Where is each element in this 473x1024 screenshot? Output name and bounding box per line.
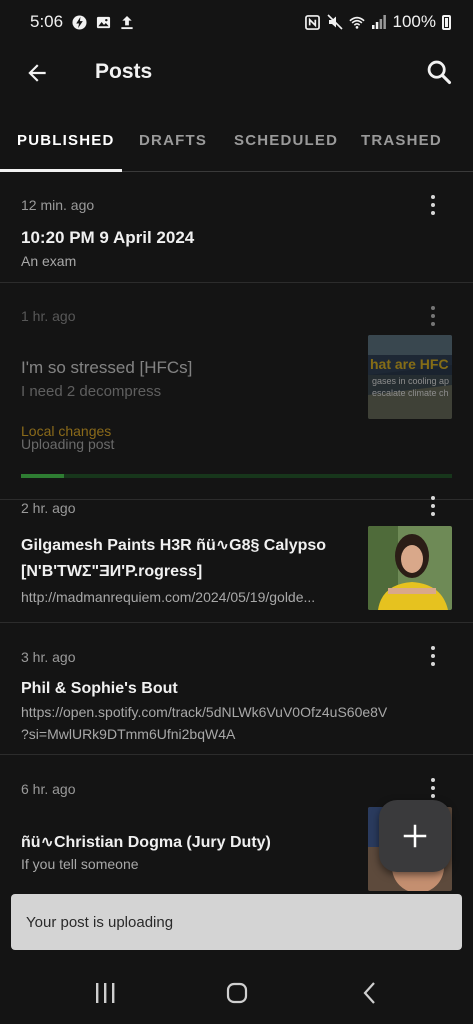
post-excerpt: https://open.spotify.com/track/5dNLWk6Vu… (21, 704, 388, 720)
tab-trashed[interactable]: TRASHED (361, 118, 442, 172)
image-icon (95, 14, 111, 30)
post-title: ñü∿Christian Dogma (Jury Duty) (21, 834, 271, 851)
upload-progress-track (21, 474, 452, 478)
post-excerpt: If you tell someone (21, 856, 139, 872)
post-title: Phil & Sophie's Bout (21, 680, 178, 697)
back-nav-button[interactable] (350, 978, 390, 1008)
more-options-button[interactable] (423, 494, 443, 518)
post-title: I'm so stressed [HFCs] (21, 358, 193, 377)
list-item[interactable]: 3 hr. ago Phil & Sophie's Bout https://o… (0, 623, 473, 755)
thumb-caption-text-2: escalate climate ch (372, 388, 449, 398)
more-options-button[interactable] (423, 193, 443, 217)
nfc-icon (305, 14, 321, 30)
home-icon (226, 982, 248, 1004)
mute-icon (326, 14, 343, 30)
upload-icon (119, 14, 135, 30)
post-time: 1 hr. ago (21, 308, 76, 324)
post-excerpt: http://madmanrequiem.com/2024/05/19/gold… (21, 589, 316, 605)
more-options-button[interactable] (423, 776, 443, 800)
post-excerpt: An exam (21, 253, 77, 269)
uploading-label: Uploading post (21, 436, 115, 452)
post-title: Gilgamesh Paints H3R ñü∿G8§ Calypso (21, 537, 327, 554)
list-item[interactable]: 1 hr. ago I'm so stressed [HFCs] I need … (0, 283, 473, 500)
post-excerpt-line2: ?si=MwlURk9DTmm6Ufni2bqW4A (21, 726, 236, 742)
status-bar: 5:06 100% (0, 0, 473, 44)
recents-button[interactable] (85, 978, 125, 1008)
upload-progress-fill (21, 474, 65, 478)
system-nav-bar (0, 960, 473, 1024)
chevron-left-icon (363, 982, 375, 1004)
tab-scheduled[interactable]: SCHEDULED (234, 118, 338, 172)
back-button[interactable] (22, 58, 52, 88)
plus-icon (403, 824, 427, 848)
list-item[interactable]: 2 hr. ago Gilgamesh Paints H3R ñü∿G8§ Ca… (0, 496, 473, 623)
search-icon (427, 60, 452, 85)
post-time: 12 min. ago (21, 197, 95, 213)
battery-icon (442, 14, 451, 30)
post-tabs: PUBLISHED DRAFTS SCHEDULED TRASHED (0, 118, 473, 172)
page-title: Posts (95, 60, 153, 83)
upload-snackbar: Your post is uploading (11, 894, 462, 950)
arrow-left-icon (28, 64, 46, 82)
more-options-button[interactable] (423, 304, 443, 328)
thumb-caption-text: gases in cooling ap (372, 376, 450, 386)
list-item[interactable]: 12 min. ago 10:20 PM 9 April 2024 An exa… (0, 173, 473, 283)
post-time: 2 hr. ago (21, 500, 76, 516)
thumb-heading-text: hat are HFC (370, 356, 449, 372)
tab-drafts[interactable]: DRAFTS (139, 118, 207, 172)
post-thumbnail (368, 526, 452, 610)
post-time: 3 hr. ago (21, 649, 76, 665)
post-excerpt: I need 2 decompress (21, 383, 162, 400)
bolt-icon (71, 14, 87, 30)
more-options-button[interactable] (423, 644, 443, 668)
tab-published[interactable]: PUBLISHED (17, 118, 114, 172)
signal-icon (371, 14, 387, 30)
post-time: 6 hr. ago (21, 781, 76, 797)
recents-icon (96, 983, 115, 1003)
new-post-button[interactable] (379, 800, 451, 872)
post-title: 10:20 PM 9 April 2024 (21, 228, 195, 247)
wifi-icon (348, 14, 365, 30)
app-bar: Posts (0, 44, 473, 102)
snackbar-message: Your post is uploading (26, 913, 174, 931)
search-button[interactable] (423, 56, 455, 88)
battery-percent: 100% (392, 12, 436, 31)
tab-indicator (0, 169, 122, 172)
home-button[interactable] (217, 978, 257, 1008)
post-thumbnail: hat are HFC gases in cooling ap escalate… (368, 335, 452, 419)
status-time: 5:06 (30, 12, 64, 31)
post-title-line2: [N'B'TWΣ"ƎИ'P.rogress] (21, 563, 203, 580)
